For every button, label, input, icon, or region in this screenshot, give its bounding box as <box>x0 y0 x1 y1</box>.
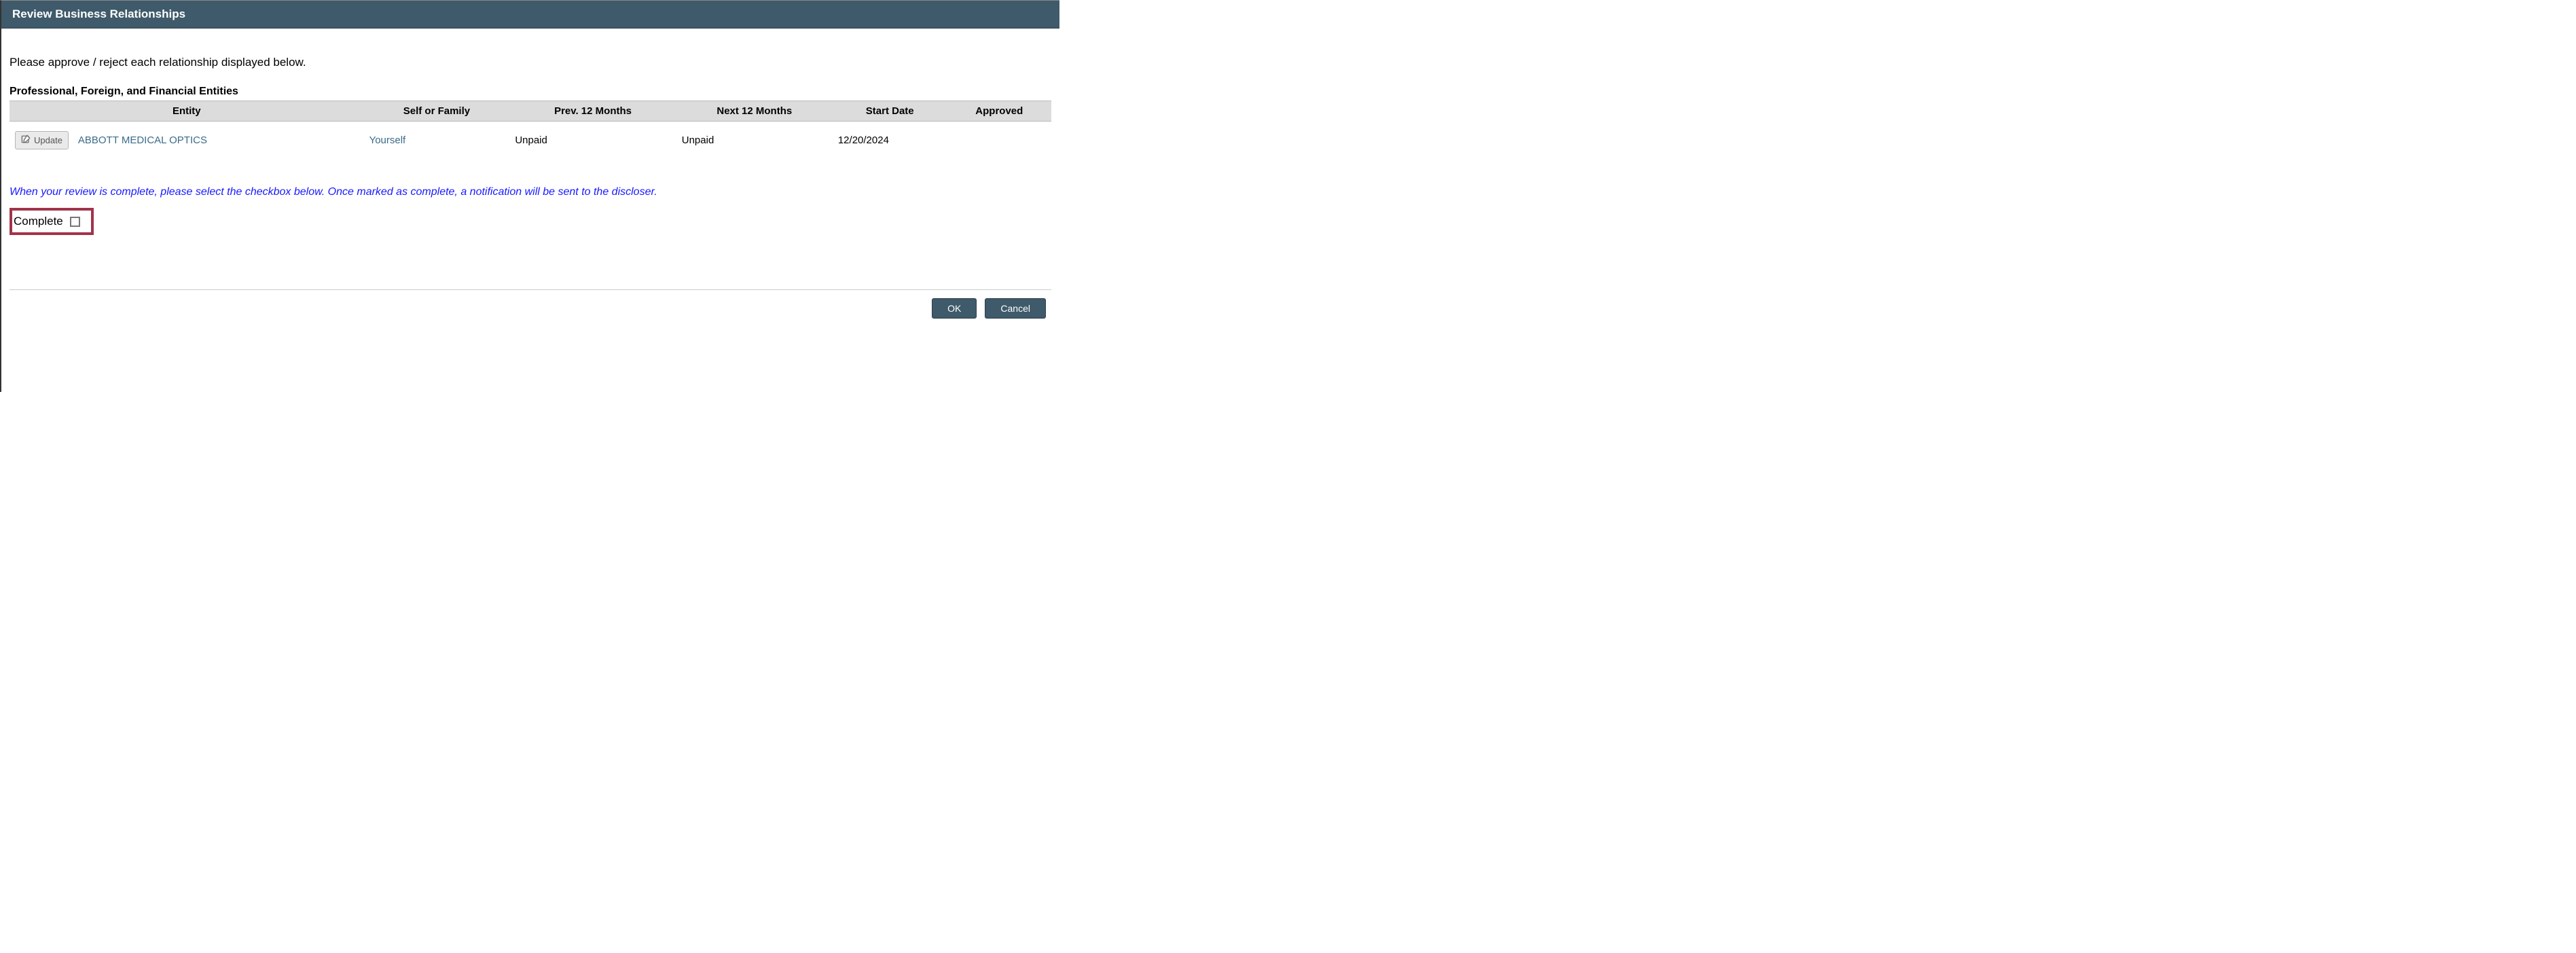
col-header-approved: Approved <box>947 101 1051 122</box>
complete-row: Complete <box>10 208 94 235</box>
dialog-title: Review Business Relationships <box>12 7 185 20</box>
next-12-value: Unpaid <box>676 122 833 160</box>
complete-checkbox[interactable] <box>70 217 80 227</box>
relationships-table: Entity Self or Family Prev. 12 Months Ne… <box>10 101 1051 159</box>
section-title: Professional, Foreign, and Financial Ent… <box>10 86 1051 98</box>
dialog-content: Please approve / reject each relationshi… <box>1 29 1059 325</box>
col-header-prev: Prev. 12 Months <box>509 101 676 122</box>
edit-icon <box>21 134 31 146</box>
entity-name[interactable]: ABBOTT MEDICAL OPTICS <box>78 134 207 146</box>
ok-button[interactable]: OK <box>932 298 977 319</box>
start-date-value: 12/20/2024 <box>833 122 947 160</box>
update-button-label: Update <box>34 135 62 145</box>
update-button[interactable]: Update <box>15 131 69 149</box>
approved-value <box>947 122 1051 160</box>
cancel-button[interactable]: Cancel <box>985 298 1046 319</box>
table-header-row: Entity Self or Family Prev. 12 Months Ne… <box>10 101 1051 122</box>
col-header-next: Next 12 Months <box>676 101 833 122</box>
col-header-self: Self or Family <box>364 101 510 122</box>
dialog-footer: OK Cancel <box>10 290 1051 319</box>
col-header-entity: Entity <box>10 101 364 122</box>
completion-notice: When your review is complete, please sel… <box>10 186 1051 198</box>
table-row: Update ABBOTT MEDICAL OPTICS Yourself Un… <box>10 122 1051 160</box>
complete-label: Complete <box>14 215 63 228</box>
dialog-header: Review Business Relationships <box>1 1 1059 29</box>
self-or-family-value[interactable]: Yourself <box>369 134 406 146</box>
col-header-start: Start Date <box>833 101 947 122</box>
prev-12-value: Unpaid <box>509 122 676 160</box>
instruction-text: Please approve / reject each relationshi… <box>10 56 1051 69</box>
